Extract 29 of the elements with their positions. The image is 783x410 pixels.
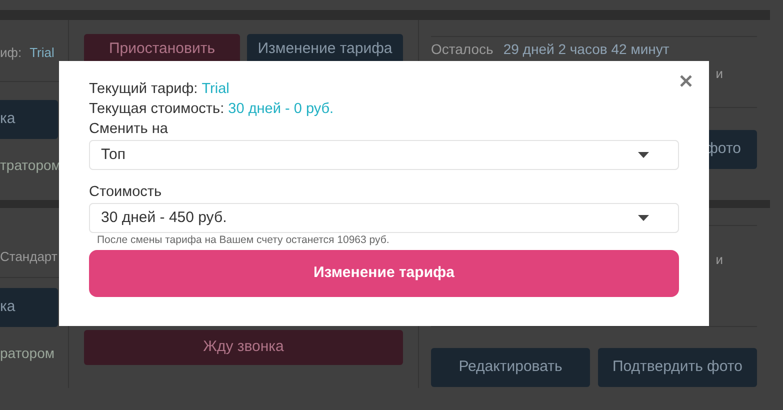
hint-text: После смены тарифа на Вашем счету останется 10963 руб. (96, 234, 390, 247)
close-icon[interactable] (679, 74, 693, 88)
page-button[interactable]: Редактировать (431, 348, 590, 387)
page-button[interactable]: ка (0, 100, 58, 139)
page-button[interactable]: Изменение тарифа (247, 34, 403, 64)
page-button[interactable]: Жду звонка (84, 330, 403, 365)
submit-button[interactable]: Изменение тарифа (89, 250, 679, 297)
tariff-select[interactable]: Топ (89, 140, 679, 170)
cost-select[interactable]: 30 дней - 450 руб. (89, 203, 679, 233)
field-label: Сменить на (89, 120, 169, 139)
role-text: ратором (0, 344, 56, 363)
caret-down-icon (638, 152, 649, 158)
field-label: Текущая стоимость: (89, 101, 224, 117)
caret-down-icon (638, 215, 649, 221)
page-button[interactable]: Приостановить (84, 34, 240, 64)
remaining-label: Осталось (431, 40, 494, 58)
note-text: и (716, 251, 723, 269)
tariff-label: иф: (0, 44, 22, 62)
field-label: Текущий тариф: (89, 81, 198, 97)
note-text: и (716, 65, 723, 83)
role-text: тратором (0, 156, 62, 175)
field-label: Стоимость (89, 183, 163, 202)
page-button[interactable]: Подтвердить фото (598, 348, 757, 387)
field-value: 30 дней - 0 руб. (228, 101, 334, 117)
tariff-value: Стандарт (0, 248, 58, 266)
remaining-value: 29 дней 2 часов 42 минут (503, 40, 670, 58)
page-button[interactable]: ка (0, 288, 58, 327)
tariff-value: Trial (30, 44, 54, 62)
field-value: Trial (202, 81, 230, 97)
